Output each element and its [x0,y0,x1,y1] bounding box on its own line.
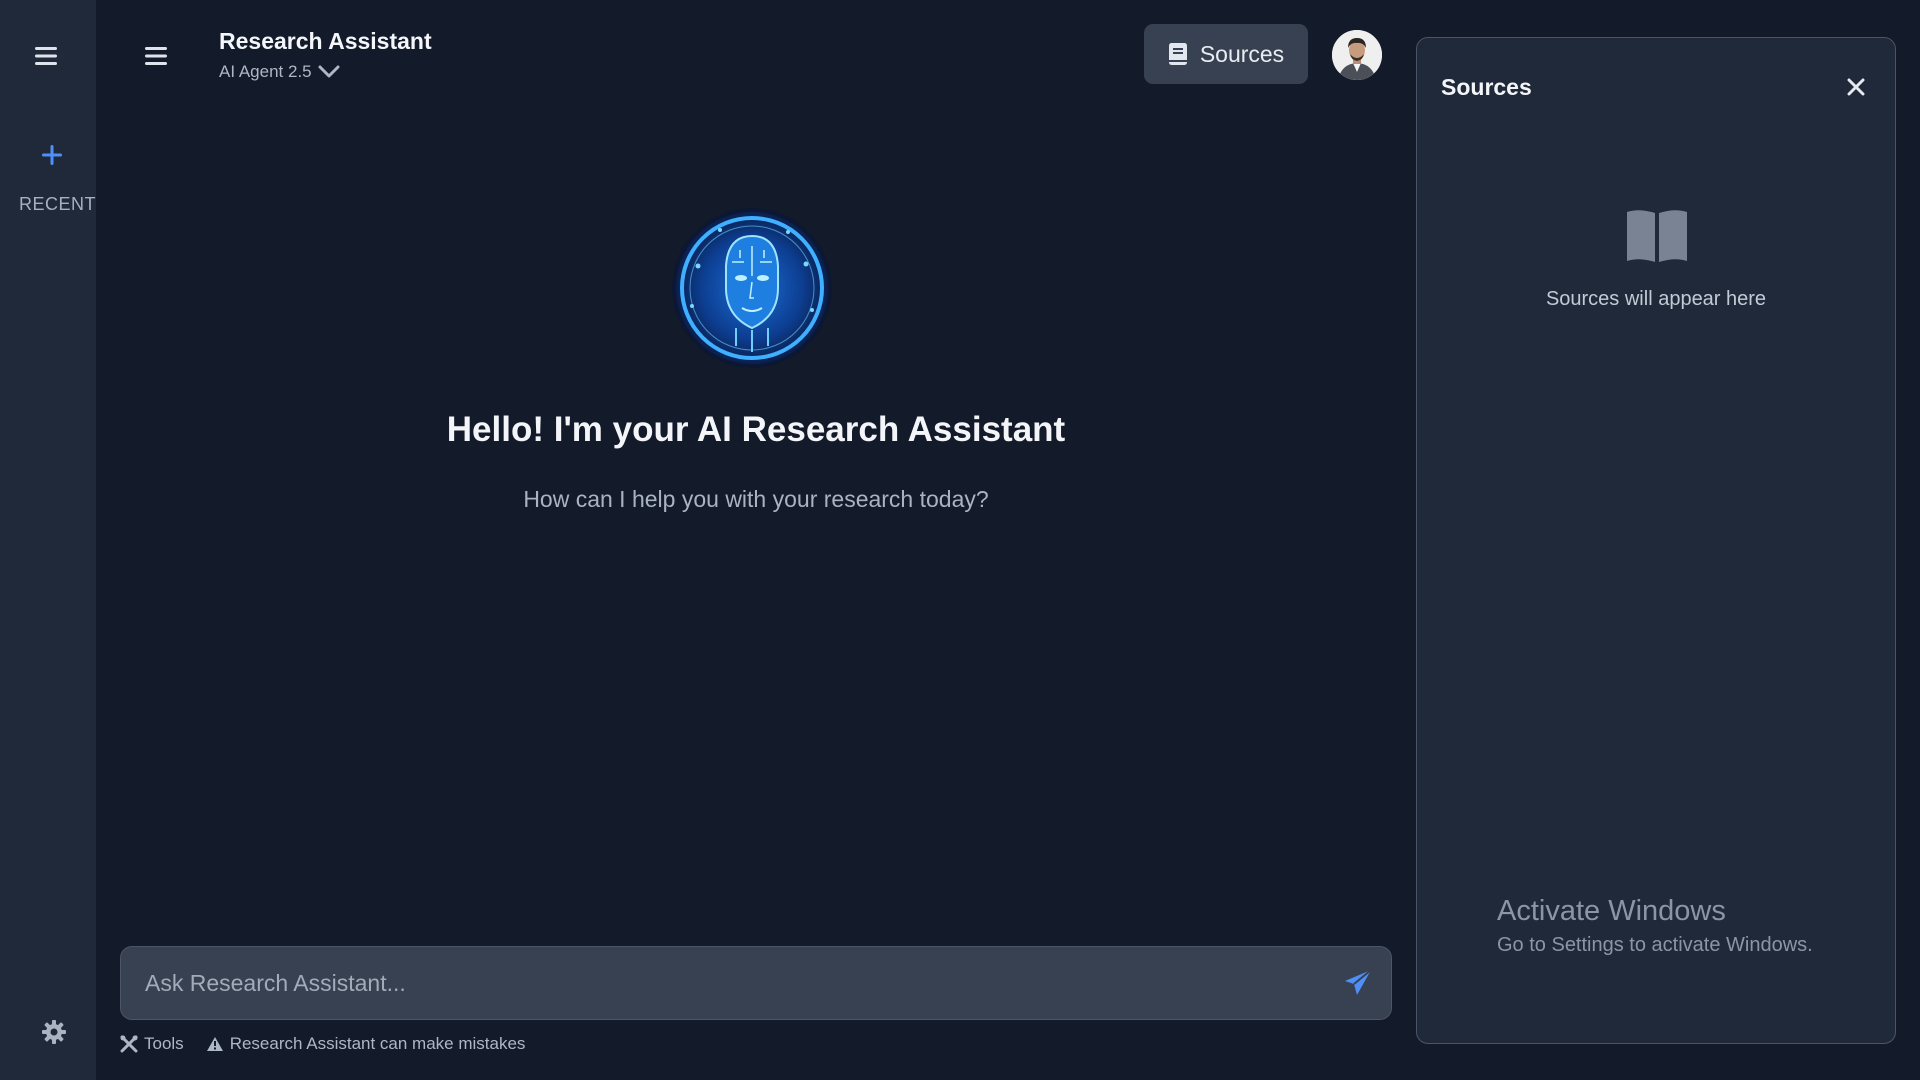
chat-input[interactable] [121,947,1321,1019]
main-area: Research Assistant AI Agent 2.5 Sources [96,0,1416,1080]
chat-composer [120,946,1392,1020]
model-selector[interactable]: AI Agent 2.5 [219,62,340,82]
new-chat-button[interactable] [36,138,68,172]
hamburger-icon [145,47,167,65]
book-icon [1168,43,1187,65]
sources-button[interactable]: Sources [1144,24,1308,84]
gear-icon [42,1020,66,1044]
activate-windows-watermark: Activate Windows Go to Settings to activ… [1497,895,1813,957]
composer-footer: Tools Research Assistant can make mistak… [120,1034,525,1054]
tools-button[interactable]: Tools [120,1034,184,1054]
welcome-subtitle: How can I help you with your research to… [523,486,989,512]
welcome-heading: Hello! I'm your AI Research Assistant [446,410,1066,449]
disclaimer-text: Research Assistant can make mistakes [229,1034,526,1053]
sources-panel: Sources Sources will appear here [1416,37,1896,1044]
model-label: AI Agent 2.5 [219,62,312,81]
paper-plane-icon [1345,969,1372,995]
watermark-title: Activate Windows [1497,895,1726,927]
warning-icon [206,1037,223,1051]
left-rail: RECENT [0,0,96,1080]
send-button[interactable] [1341,966,1375,1000]
close-icon [1847,78,1865,96]
plus-icon [42,145,62,165]
chevron-down-icon [318,65,340,78]
tools-icon [120,1035,138,1053]
sources-panel-close-button[interactable] [1843,74,1869,100]
avatar-icon [1332,30,1382,80]
app-title: Research Assistant [219,28,432,54]
settings-button[interactable] [38,1016,70,1048]
watermark-subtitle: Go to Settings to activate Windows. [1497,934,1813,956]
rail-menu-button[interactable] [30,40,62,72]
ai-assistant-logo [672,208,832,368]
tools-label: Tools [144,1034,184,1053]
header-menu-button[interactable] [140,40,172,72]
sources-panel-title: Sources [1441,74,1532,100]
hamburger-icon [35,47,57,65]
open-book-icon [1627,210,1687,262]
sources-empty-text: Sources will appear here [1545,288,1767,310]
user-avatar[interactable] [1332,30,1382,80]
disclaimer: Research Assistant can make mistakes [206,1034,526,1054]
sources-button-label: Sources [1199,40,1285,67]
